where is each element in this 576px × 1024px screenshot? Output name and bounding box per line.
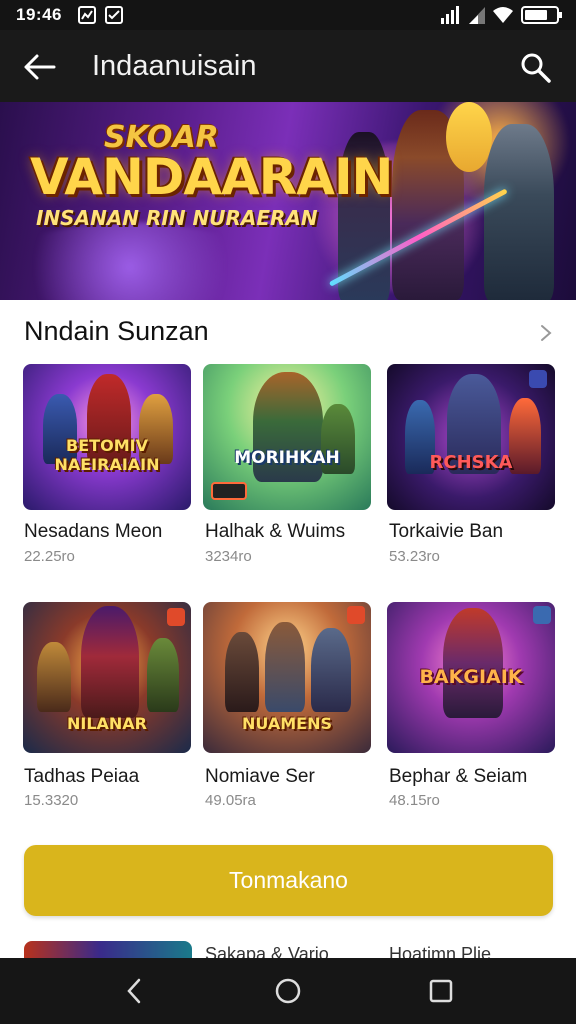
game-name[interactable]: Sakapa & Vario	[205, 944, 329, 958]
page-title: Indaanuisain	[92, 50, 257, 82]
game-tile-logo: NILANAR	[66, 714, 147, 733]
game-name[interactable]: Torkaivie Ban	[389, 521, 503, 543]
hero-character-4	[484, 124, 554, 300]
arrow-left-icon[interactable]	[22, 51, 58, 83]
game-name[interactable]: Hoatimn Plie	[389, 944, 491, 958]
status-time: 19:46	[16, 5, 62, 24]
circle-home-icon[interactable]	[272, 975, 304, 1007]
game-size: 48.15ro	[389, 792, 440, 809]
game-size: 3234ro	[205, 548, 252, 565]
game-tile-logo: BAKGIAIK	[419, 666, 523, 688]
tile-corner-badge	[347, 606, 365, 624]
game-size: 53.23ro	[389, 548, 440, 565]
game-tile-3[interactable]: RCHSKA	[387, 364, 555, 510]
wifi-icon	[493, 7, 513, 23]
game-size: 22.25ro	[24, 548, 75, 565]
cell-signal-icon	[469, 7, 485, 24]
square-recents-icon[interactable]	[425, 975, 457, 1007]
system-nav-bar	[0, 958, 576, 1024]
rating-badge	[211, 482, 247, 500]
hero-banner[interactable]: SKOAR VANDAARAIN INSANAN RIN NURAERAN	[0, 102, 576, 300]
app-bar: Indaanuisain	[0, 30, 576, 102]
battery-icon	[521, 6, 562, 24]
notification-image-icon	[78, 6, 96, 24]
game-tile-logo: MORIHKAH	[234, 448, 340, 468]
game-tile-1[interactable]: BETOMIV NAEIRAIAIN	[23, 364, 191, 510]
game-size: 15.3320	[24, 792, 79, 809]
game-size: 49.05ra	[205, 792, 256, 809]
status-bar: 19:46	[0, 0, 576, 30]
game-name[interactable]: Nesadans Meon	[24, 521, 162, 543]
game-name[interactable]: Nomiave Ser	[205, 766, 315, 788]
magnifier-icon[interactable]	[518, 50, 554, 86]
data-activity-icon	[441, 6, 459, 24]
game-tile-5[interactable]: NUAMENS	[203, 602, 371, 753]
install-button[interactable]: Tonmakano	[24, 845, 553, 916]
hero-character-3	[446, 102, 492, 172]
tile-corner-badge	[529, 370, 547, 388]
game-name[interactable]: Bephar & Seiam	[389, 766, 527, 788]
game-tile-logo: RCHSKA	[429, 452, 513, 473]
chevron-right-icon[interactable]	[536, 320, 556, 346]
notification-check-icon	[105, 6, 123, 24]
tile-corner-badge	[167, 608, 185, 626]
game-tile-2[interactable]: MORIHKAH	[203, 364, 371, 510]
hero-tagline: INSANAN RIN NURAERAN	[36, 206, 318, 230]
section-title: Nndain Sunzan	[24, 316, 209, 346]
game-tile-4[interactable]: NILANAR	[23, 602, 191, 753]
triangle-back-icon[interactable]	[119, 975, 151, 1007]
game-tile-logo: BETOMIV NAEIRAIAIN	[54, 436, 160, 474]
game-tile-6[interactable]: BAKGIAIK	[387, 602, 555, 753]
hero-headline: VANDAARAIN	[30, 148, 393, 206]
game-name[interactable]: Tadhas Peiaa	[24, 766, 139, 788]
game-tile-logo: NUAMENS	[241, 714, 333, 733]
tile-corner-badge	[533, 606, 551, 624]
game-name[interactable]: Halhak & Wuims	[205, 521, 345, 543]
